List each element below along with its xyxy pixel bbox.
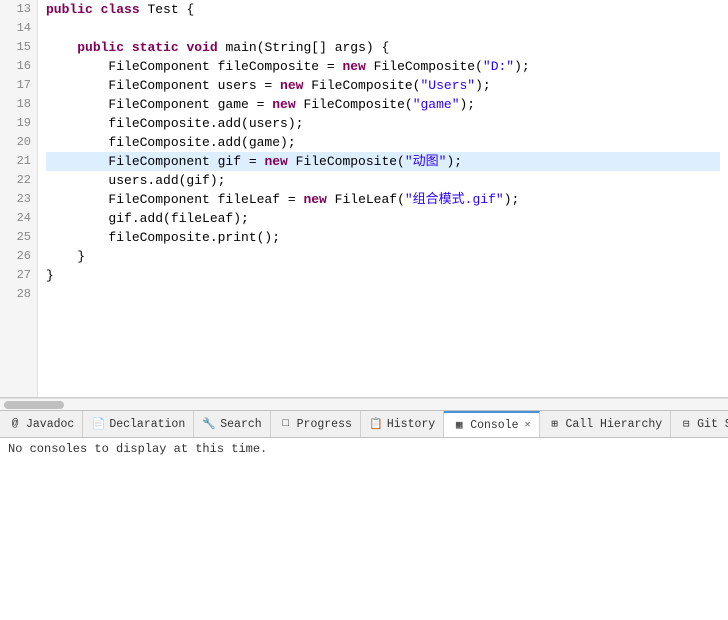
h-scrollbar[interactable]: [0, 398, 728, 410]
javadoc-label: Javadoc: [26, 418, 74, 431]
line-number: 19: [6, 114, 31, 133]
code-line: fileComposite.add(users);: [46, 114, 720, 133]
tab-search[interactable]: 🔧 Search: [194, 411, 270, 437]
code-line: FileComponent game = new FileComposite("…: [46, 95, 720, 114]
line-number: 13: [6, 0, 31, 19]
code-line: public class Test {: [46, 0, 720, 19]
code-line: public static void main(String[] args) {: [46, 38, 720, 57]
tab-javadoc[interactable]: @ Javadoc: [0, 411, 83, 437]
code-editor: 13141516171819202122232425262728 public …: [0, 0, 728, 398]
search-icon: 🔧: [202, 417, 216, 431]
console-message: No consoles to display at this time.: [8, 442, 267, 456]
line-numbers: 13141516171819202122232425262728: [0, 0, 38, 397]
console-area: No consoles to display at this time.: [0, 438, 728, 602]
line-number: 21: [6, 152, 31, 171]
line-number: 20: [6, 133, 31, 152]
git-staging-label: Git Staging: [697, 418, 728, 431]
declaration-icon: 📄: [91, 417, 105, 431]
code-line: FileComponent fileLeaf = new FileLeaf("组…: [46, 190, 720, 209]
tab-declaration[interactable]: 📄 Declaration: [83, 411, 194, 437]
line-number: 26: [6, 247, 31, 266]
tab-bar: @ Javadoc 📄 Declaration 🔧 Search □ Progress 📋 His…: [0, 410, 728, 438]
code-content: public class Test { public static void m…: [38, 0, 728, 397]
history-icon: 📋: [369, 417, 383, 431]
line-number: 16: [6, 57, 31, 76]
line-number: 18: [6, 95, 31, 114]
line-number: 28: [6, 285, 31, 304]
line-number: 24: [6, 209, 31, 228]
progress-label: Progress: [297, 418, 352, 431]
console-icon: ▦: [452, 418, 466, 432]
search-label: Search: [220, 418, 261, 431]
tab-history[interactable]: 📋 History: [361, 411, 444, 437]
code-line: FileComponent users = new FileComposite(…: [46, 76, 720, 95]
code-line: users.add(gif);: [46, 171, 720, 190]
code-line: gif.add(fileLeaf);: [46, 209, 720, 228]
tab-console[interactable]: ▦ Console ✕: [444, 411, 539, 437]
line-number: 15: [6, 38, 31, 57]
line-number: 17: [6, 76, 31, 95]
tab-progress[interactable]: □ Progress: [271, 411, 361, 437]
history-label: History: [387, 418, 435, 431]
code-line: FileComponent fileComposite = new FileCo…: [46, 57, 720, 76]
declaration-label: Declaration: [109, 418, 185, 431]
call-hierarchy-label: Call Hierarchy: [566, 418, 663, 431]
code-line: fileComposite.print();: [46, 228, 720, 247]
tab-call-hierarchy[interactable]: ⊞ Call Hierarchy: [540, 411, 672, 437]
code-line: [46, 285, 720, 304]
console-close[interactable]: ✕: [525, 419, 531, 431]
code-line: }: [46, 247, 720, 266]
bottom-panel: @ Javadoc 📄 Declaration 🔧 Search □ Progress 📋 His…: [0, 410, 728, 602]
tab-git-staging[interactable]: ⊟ Git Staging: [671, 411, 728, 437]
h-scrollbar-thumb[interactable]: [4, 401, 64, 409]
line-number: 23: [6, 190, 31, 209]
line-number: 14: [6, 19, 31, 38]
javadoc-icon: @: [8, 417, 22, 431]
line-number: 22: [6, 171, 31, 190]
line-number: 27: [6, 266, 31, 285]
git-staging-icon: ⊟: [679, 417, 693, 431]
code-line: }: [46, 266, 720, 285]
code-line: FileComponent gif = new FileComposite("动…: [46, 152, 720, 171]
call-hierarchy-icon: ⊞: [548, 417, 562, 431]
code-line: fileComposite.add(game);: [46, 133, 720, 152]
code-line: [46, 19, 720, 38]
line-number: 25: [6, 228, 31, 247]
console-label: Console: [470, 419, 518, 432]
progress-icon: □: [279, 417, 293, 431]
